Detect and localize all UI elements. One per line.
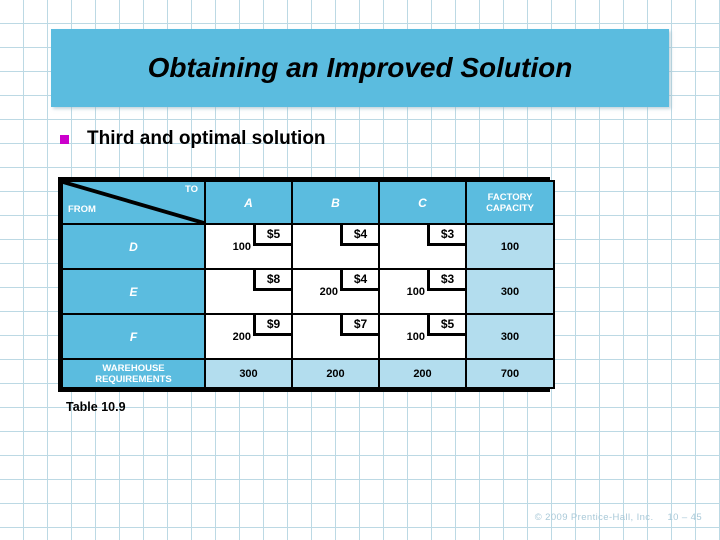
cost-e-c: $3 — [427, 270, 465, 291]
table-corner-header: TO FROM — [61, 180, 206, 225]
table-row: E $8 200 $4 100 $3 300 — [61, 268, 555, 315]
cost-f-a: $9 — [253, 315, 291, 336]
allocation-e-c: 100 — [406, 286, 425, 298]
capacity-d: 100 — [465, 223, 555, 270]
square-bullet-icon — [60, 134, 69, 144]
cell-d-a: 100 $5 — [204, 223, 293, 270]
column-header-b: B — [291, 180, 380, 225]
table-row: D 100 $5 $4 $3 100 — [61, 223, 555, 270]
column-header-a: A — [204, 180, 293, 225]
cost-e-b: $4 — [340, 270, 378, 291]
row-header-d: D — [61, 223, 206, 270]
diagonal-divider-icon — [64, 183, 203, 222]
cell-f-a: 200 $9 — [204, 313, 293, 360]
from-label: FROM — [68, 204, 96, 215]
slide-footer: © 2009 Prentice-Hall, Inc. 10 – 45 — [535, 512, 702, 523]
cost-f-c: $5 — [427, 315, 465, 336]
row-header-e: E — [61, 268, 206, 315]
allocation-d-a: 100 — [232, 241, 251, 253]
table-header-row: TO FROM A B C FACTORY CAPACITY — [61, 180, 555, 225]
copyright-text: © 2009 Prentice-Hall, Inc. — [534, 512, 654, 523]
to-label: TO — [184, 184, 198, 195]
capacity-header-line2: CAPACITY — [486, 202, 534, 214]
cell-e-b: 200 $4 — [291, 268, 380, 315]
cell-e-a: $8 — [204, 268, 293, 315]
cost-d-a: $5 — [253, 225, 291, 246]
cost-e-a: $8 — [253, 270, 291, 291]
column-header-c: C — [378, 180, 467, 225]
bullet-list-item: Third and optimal solution — [60, 128, 326, 150]
table-row: F 200 $9 $7 100 $5 300 — [61, 313, 555, 360]
cost-d-b: $4 — [340, 225, 378, 246]
page-title: Obtaining an Improved Solution — [147, 52, 573, 83]
column-header-factory-capacity: FACTORY CAPACITY — [465, 180, 555, 225]
cost-f-b: $7 — [340, 315, 378, 336]
table-footer-row: WAREHOUSE REQUIREMENTS 300 200 200 700 — [61, 358, 555, 389]
row-header-warehouse-requirements: WAREHOUSE REQUIREMENTS — [61, 358, 206, 389]
allocation-e-b: 200 — [319, 286, 338, 298]
cell-d-c: $3 — [378, 223, 467, 270]
cell-e-c: 100 $3 — [378, 268, 467, 315]
requirements-label-line2: REQUIREMENTS — [95, 373, 172, 385]
requirement-c: 200 — [378, 358, 467, 389]
grand-total: 700 — [465, 358, 555, 389]
requirements-label-line1: WAREHOUSE — [102, 362, 165, 374]
capacity-header-line1: FACTORY — [487, 191, 533, 203]
page-number: 10 – 45 — [667, 512, 702, 523]
slide-canvas: Obtaining an Improved Solution Third and… — [0, 0, 720, 540]
cell-f-b: $7 — [291, 313, 380, 360]
requirement-b: 200 — [291, 358, 380, 389]
allocation-f-a: 200 — [232, 331, 251, 343]
table-caption: Table 10.9 — [66, 400, 126, 414]
cell-d-b: $4 — [291, 223, 380, 270]
row-header-f: F — [61, 313, 206, 360]
title-banner: Obtaining an Improved Solution — [51, 29, 669, 107]
transportation-tableau: TO FROM A B C FACTORY CAPACITY D 100 $5 … — [61, 180, 555, 389]
bullet-label: Third and optimal solution — [87, 128, 326, 149]
capacity-e: 300 — [465, 268, 555, 315]
cost-d-c: $3 — [427, 225, 465, 246]
allocation-f-c: 100 — [406, 331, 425, 343]
requirement-a: 300 — [204, 358, 293, 389]
cell-f-c: 100 $5 — [378, 313, 467, 360]
capacity-f: 300 — [465, 313, 555, 360]
transportation-table: TO FROM A B C FACTORY CAPACITY D 100 $5 … — [58, 177, 555, 392]
